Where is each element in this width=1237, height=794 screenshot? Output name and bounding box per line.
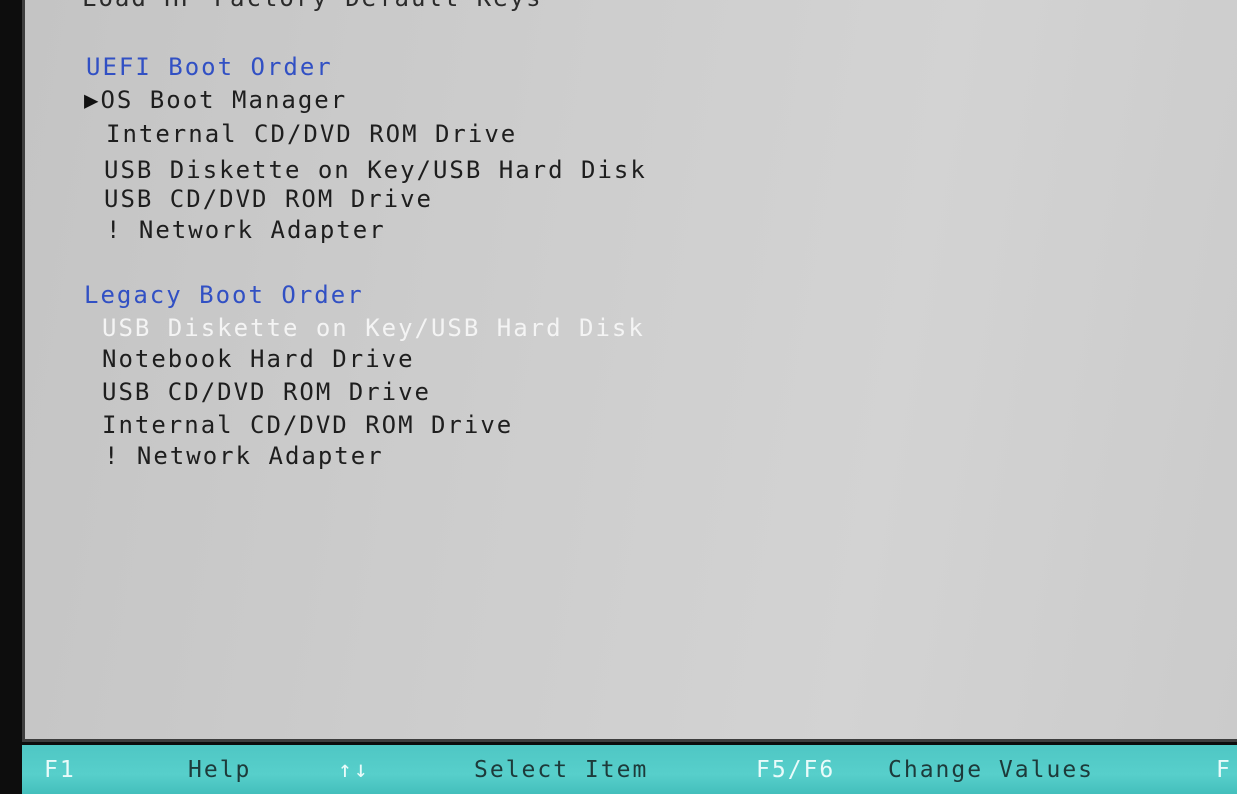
f5-f6-key-label: F5/F6 <box>756 757 836 783</box>
bios-screen: Load HP Factory Default Keys UEFI Boot O… <box>0 0 1237 794</box>
uefi-boot-item-network-adapter[interactable]: ! Network Adapter <box>106 216 386 244</box>
uefi-boot-item-usb-diskette[interactable]: USB Diskette on Key/USB Hard Disk <box>104 156 647 184</box>
select-item-description: Select Item <box>474 757 649 783</box>
legacy-boot-order-heading: Legacy Boot Order <box>84 281 364 309</box>
factory-default-keys-item[interactable]: Load HP Factory Default Keys <box>82 0 543 12</box>
next-key-label-partial: F <box>1216 757 1232 783</box>
legacy-boot-item-internal-cd-dvd[interactable]: Internal CD/DVD ROM Drive <box>102 411 513 439</box>
legacy-boot-item-notebook-hard-drive[interactable]: Notebook Hard Drive <box>102 345 415 373</box>
uefi-boot-order-heading: UEFI Boot Order <box>86 53 333 81</box>
up-down-arrows-icon: ↑↓ <box>338 757 370 783</box>
legacy-boot-item-usb-cd-dvd[interactable]: USB CD/DVD ROM Drive <box>102 378 431 406</box>
help-description: Help <box>188 757 252 783</box>
change-values-description: Change Values <box>888 757 1095 783</box>
uefi-boot-item-usb-cd-dvd[interactable]: USB CD/DVD ROM Drive <box>104 185 433 213</box>
uefi-boot-item-os-boot-manager[interactable]: ▶OS Boot Manager <box>84 86 347 114</box>
uefi-boot-item-internal-cd-dvd[interactable]: Internal CD/DVD ROM Drive <box>106 120 517 148</box>
uefi-boot-item-label: OS Boot Manager <box>100 86 348 114</box>
legacy-boot-item-network-adapter[interactable]: ! Network Adapter <box>104 442 384 470</box>
selection-pointer-icon: ▶ <box>84 86 101 114</box>
f1-key-label: F1 <box>44 757 76 783</box>
key-help-bar: F1 Help ↑↓ Select Item F5/F6 Change Valu… <box>22 745 1237 794</box>
legacy-boot-item-usb-diskette[interactable]: USB Diskette on Key/USB Hard Disk <box>102 314 645 342</box>
